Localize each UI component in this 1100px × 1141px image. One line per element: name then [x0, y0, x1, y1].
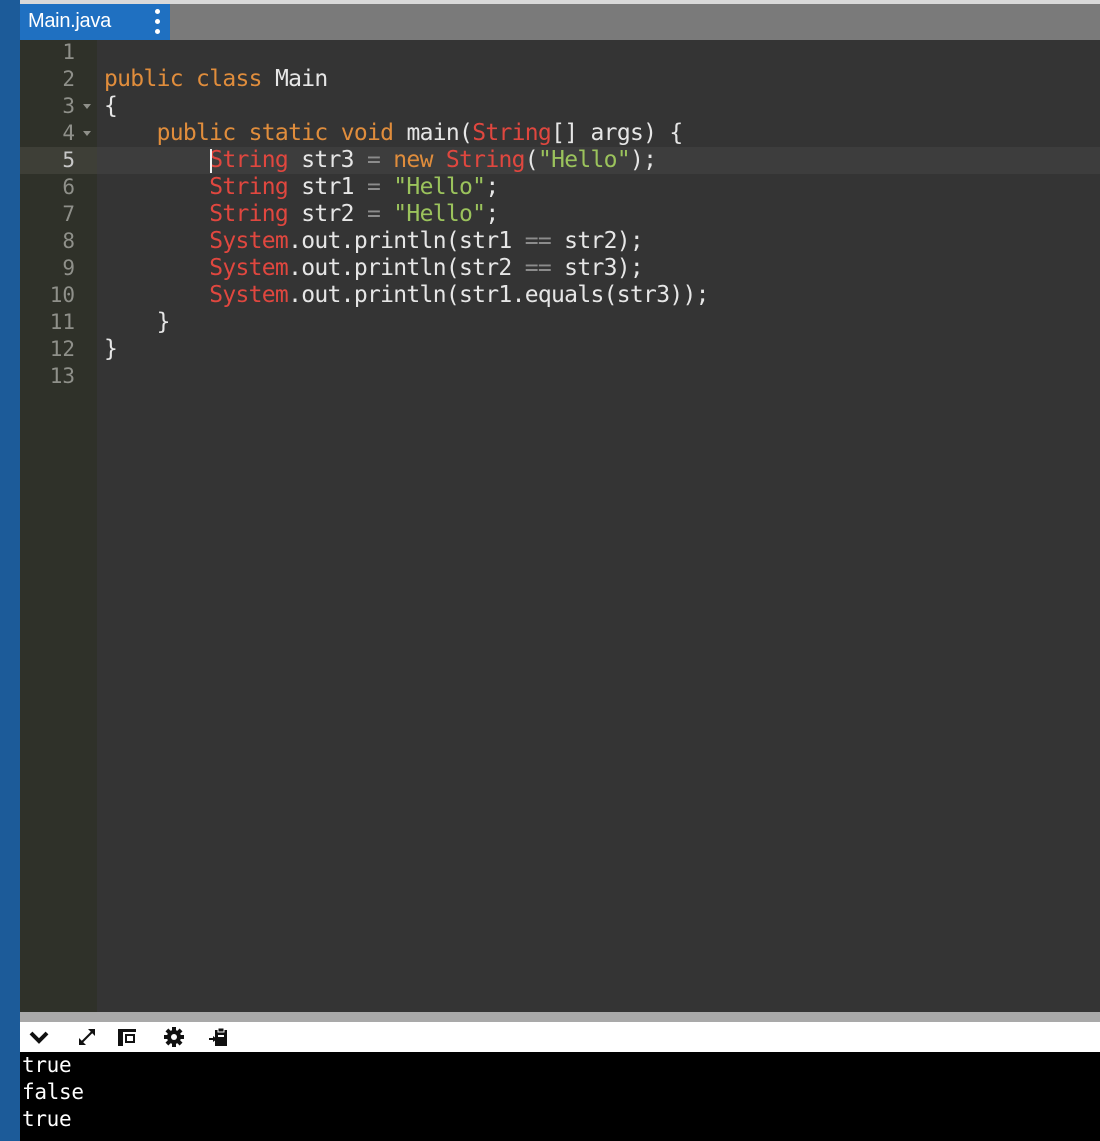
gear-icon[interactable]	[163, 1026, 185, 1048]
fold-arrow-icon[interactable]	[83, 131, 91, 136]
code-token: str2);	[551, 228, 644, 254]
code-token: ==	[524, 255, 552, 281]
code-token: "Hello"	[537, 147, 631, 173]
code-token: new	[393, 147, 433, 173]
code-line-2[interactable]: public class Main	[104, 66, 328, 93]
line-number: 10	[49, 283, 75, 307]
code-token: void	[340, 120, 394, 146]
code-line-10[interactable]: System.out.println(str1.equals(str3));	[104, 282, 709, 309]
code-line-3[interactable]: {	[104, 93, 118, 120]
code-token: System	[209, 228, 289, 254]
tab-bar: Main.java	[20, 0, 1100, 40]
line-number: 13	[49, 364, 75, 388]
code-token: "Hello"	[393, 201, 486, 227]
code-token: .out.println(str1	[288, 228, 525, 254]
line-number: 3	[20, 93, 97, 120]
code-token: (	[524, 147, 539, 173]
code-token: =	[366, 201, 381, 227]
line-number: 6	[62, 175, 75, 199]
clipboard-icon[interactable]	[208, 1026, 230, 1048]
line-number: 2	[62, 67, 75, 91]
code-token: str2	[288, 201, 367, 227]
code-token: main(	[406, 120, 473, 146]
code-token: str1	[288, 174, 367, 200]
line-number: 8	[62, 229, 75, 253]
code-token: str3	[288, 147, 367, 173]
line-number: 12	[49, 337, 75, 361]
code-line-4[interactable]: public static void main(String[] args) {	[104, 120, 684, 147]
code-line-5[interactable]: String str3 = new String("Hello");	[104, 147, 657, 174]
code-token: System	[209, 282, 289, 308]
code-token: ;	[485, 201, 499, 227]
code-token: String	[209, 201, 289, 227]
code-token: .out.println(str2	[288, 255, 525, 281]
code-line-9[interactable]: System.out.println(str2 == str3);	[104, 255, 644, 282]
code-token: =	[366, 147, 381, 173]
text-cursor	[210, 149, 212, 173]
code-line-8[interactable]: System.out.println(str1 == str2);	[104, 228, 644, 255]
code-line-11[interactable]: }	[104, 309, 171, 336]
code-line-12[interactable]: }	[104, 336, 118, 363]
code-token: =	[366, 174, 381, 200]
code-line-7[interactable]: String str2 = "Hello";	[104, 201, 499, 228]
code-token: .out.println(str1.equals(str3));	[288, 282, 709, 308]
chevron-down-icon[interactable]	[28, 1026, 50, 1048]
fold-arrow-icon[interactable]	[83, 104, 91, 109]
code-token: [] args) {	[551, 120, 683, 146]
code-token: String	[472, 120, 552, 146]
tab-label: Main.java	[28, 10, 111, 32]
code-token: }	[156, 309, 171, 335]
code-token: "Hello"	[393, 174, 486, 200]
corner-marker	[0, 0, 18, 36]
output-line: true	[22, 1107, 72, 1131]
console-output[interactable]: true false true	[20, 1052, 1100, 1141]
line-number: 7	[62, 202, 75, 226]
code-token: ;	[485, 174, 499, 200]
code-token: public	[104, 66, 184, 92]
code-token: public	[156, 120, 237, 146]
code-token: ==	[524, 228, 552, 254]
code-token: static	[248, 120, 329, 146]
code-editor[interactable]: 1 2 3 4 5 6 7 8 9 10 11 12 13 public class Main { pu…	[20, 40, 1100, 1012]
code-token: }	[104, 336, 118, 362]
console-toolbar	[20, 1022, 1100, 1052]
line-number: 1	[62, 40, 75, 64]
code-token: class	[196, 66, 262, 92]
code-token: String	[445, 147, 526, 173]
line-number: 9	[62, 256, 75, 280]
code-token: System	[209, 255, 289, 281]
ide-window: Main.java 1 2 3 4 5 6 7 8 9 10 11 12 13 public class…	[0, 0, 1100, 1141]
code-token: String	[209, 147, 289, 173]
code-line-6[interactable]: String str1 = "Hello";	[104, 174, 499, 201]
line-number: 4	[20, 120, 97, 147]
vertical-ellipsis-icon[interactable]	[152, 9, 162, 35]
code-token: String	[209, 174, 289, 200]
line-number: 11	[49, 310, 75, 334]
code-token: );	[629, 147, 657, 173]
layout-icon[interactable]	[116, 1026, 138, 1048]
tab-main-java[interactable]: Main.java	[20, 4, 170, 40]
output-line: true	[22, 1053, 72, 1077]
code-token: str3);	[551, 255, 644, 281]
line-number: 5	[62, 148, 75, 172]
code-token: Main	[274, 66, 328, 92]
panel-splitter[interactable]	[20, 1012, 1100, 1022]
left-sidebar-strip	[0, 0, 20, 1141]
code-token: {	[104, 93, 118, 119]
output-line: false	[22, 1080, 84, 1104]
expand-icon[interactable]	[76, 1026, 98, 1048]
